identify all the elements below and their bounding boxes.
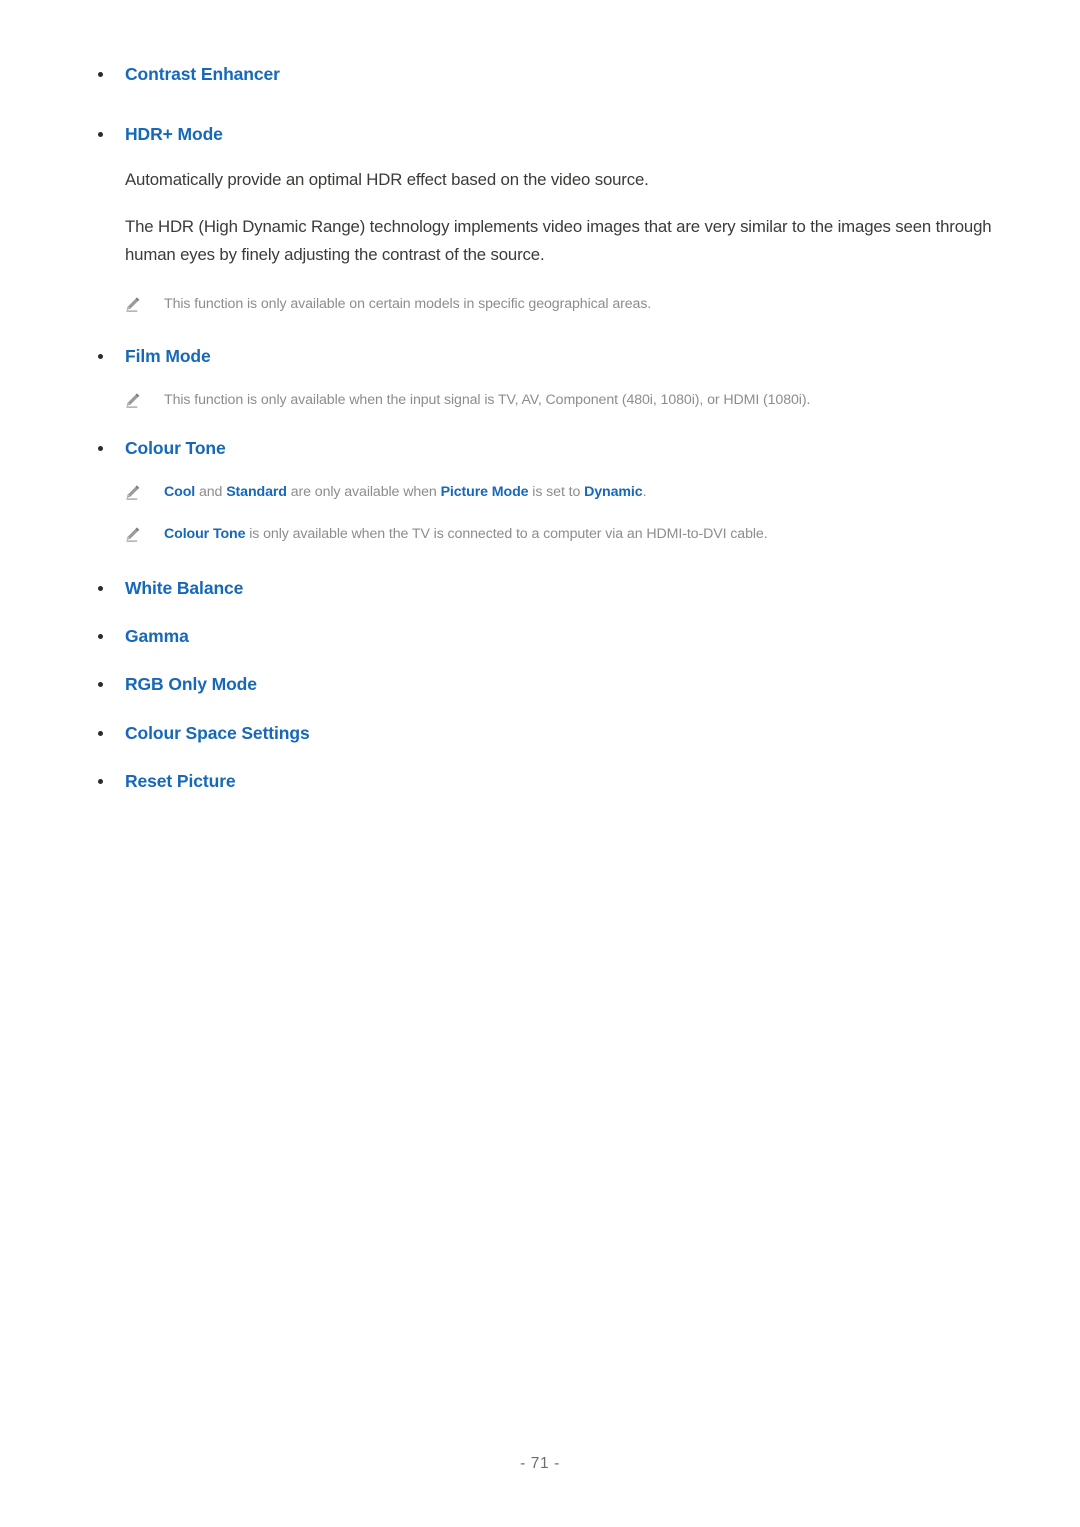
- note-text-fragment: .: [642, 484, 647, 501]
- list-item-reset-picture[interactable]: Reset Picture: [96, 769, 1000, 793]
- paragraph-hdr-plus-description-1: Automatically provide an optimal HDR eff…: [125, 170, 649, 190]
- page-number: - 71 -: [520, 1455, 560, 1472]
- page-footer: - 71 -: [0, 1455, 1080, 1473]
- list-item-film-mode[interactable]: Film Mode: [96, 344, 1000, 368]
- note-text-fragment: is set to: [528, 484, 585, 501]
- note-text-fragment: are only available when: [286, 484, 441, 501]
- list-item-colour-tone[interactable]: Colour Tone: [96, 436, 1000, 460]
- setting-link-white-balance[interactable]: White Balance: [125, 578, 243, 598]
- list-item-rgb-only-mode[interactable]: RGB Only Mode: [96, 672, 1000, 696]
- setting-link-gamma[interactable]: Gamma: [125, 626, 189, 646]
- inline-keyword-dynamic: Dynamic: [584, 484, 643, 501]
- setting-link-reset-picture[interactable]: Reset Picture: [125, 771, 236, 791]
- setting-link-colour-tone[interactable]: Colour Tone: [125, 438, 226, 458]
- setting-link-hdr-plus-mode[interactable]: HDR+ Mode: [125, 124, 223, 144]
- setting-link-colour-space-settings[interactable]: Colour Space Settings: [125, 723, 310, 743]
- pencil-note-icon: [123, 483, 142, 502]
- bullet-dot-icon: [98, 132, 103, 138]
- list-item-contrast-enhancer[interactable]: Contrast Enhancer: [96, 62, 1000, 86]
- note-text: This function is only available on certa…: [164, 295, 652, 312]
- setting-link-film-mode[interactable]: Film Mode: [125, 346, 211, 366]
- pencil-note-icon: [123, 295, 142, 314]
- bullet-dot-icon: [98, 778, 103, 784]
- inline-keyword-picture-mode: Picture Mode: [440, 484, 529, 501]
- list-item-gamma[interactable]: Gamma: [96, 624, 1000, 648]
- inline-keyword-colour-tone: Colour Tone: [164, 526, 246, 543]
- note-colour-tone-hdmi-dvi: Colour Tone is only available when the T…: [96, 524, 1000, 546]
- note-film-mode-availability: This function is only available when the…: [96, 390, 1000, 412]
- bullet-dot-icon: [98, 730, 103, 736]
- setting-link-rgb-only-mode[interactable]: RGB Only Mode: [125, 674, 257, 694]
- bullet-dot-icon: [98, 682, 103, 688]
- list-item-white-balance[interactable]: White Balance: [96, 576, 1000, 600]
- inline-keyword-cool: Cool: [164, 484, 196, 501]
- note-text: Colour Tone is only available when the T…: [164, 526, 768, 542]
- bullet-dot-icon: [98, 445, 103, 451]
- note-text-fragment: is only available when the TV is connect…: [245, 526, 768, 543]
- inline-keyword-standard: Standard: [226, 484, 287, 501]
- pencil-note-icon: [123, 525, 142, 544]
- note-hdr-plus-availability: This function is only available on certa…: [96, 294, 1000, 316]
- note-colour-tone-picture-mode: Cool and Standard are only available whe…: [96, 482, 1000, 504]
- paragraph-hdr-plus-description-2: The HDR (High Dynamic Range) technology …: [125, 217, 992, 264]
- setting-link-contrast-enhancer[interactable]: Contrast Enhancer: [125, 64, 280, 84]
- bullet-dot-icon: [98, 586, 103, 592]
- note-text-fragment: and: [195, 484, 227, 501]
- pencil-note-icon: [123, 391, 142, 410]
- bullet-dot-icon: [98, 634, 103, 640]
- bullet-dot-icon: [98, 353, 103, 359]
- list-item-hdr-plus-mode[interactable]: HDR+ Mode: [96, 122, 1000, 146]
- note-text: This function is only available when the…: [164, 392, 811, 409]
- list-item-colour-space-settings[interactable]: Colour Space Settings: [96, 721, 1000, 745]
- page-content: Contrast Enhancer HDR+ Mode Automaticall…: [96, 62, 1000, 793]
- bullet-dot-icon: [98, 71, 103, 77]
- document-page: Contrast Enhancer HDR+ Mode Automaticall…: [0, 0, 1080, 1527]
- note-text: Cool and Standard are only available whe…: [164, 484, 647, 501]
